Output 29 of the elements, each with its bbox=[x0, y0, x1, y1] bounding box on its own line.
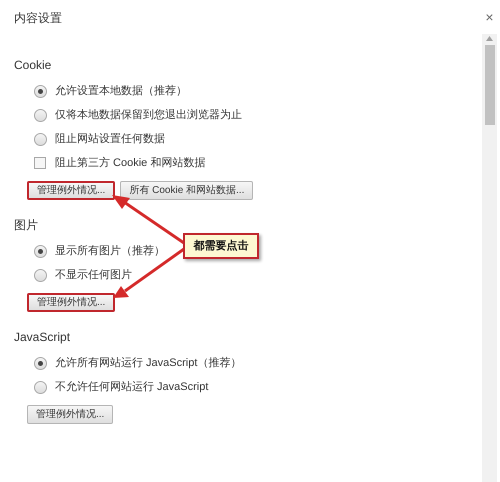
window-title: 内容设置 bbox=[14, 10, 63, 26]
close-button[interactable]: × bbox=[482, 0, 497, 34]
radio-button[interactable] bbox=[34, 84, 47, 98]
action-button[interactable]: 所有 Cookie 和网站数据... bbox=[120, 181, 254, 200]
scroll-up-icon[interactable] bbox=[486, 36, 493, 41]
scrollbar[interactable] bbox=[482, 34, 497, 482]
action-button[interactable]: 管理例外情况... bbox=[27, 293, 116, 312]
radio-button[interactable] bbox=[34, 132, 47, 146]
section-heading: JavaScript bbox=[14, 329, 72, 345]
radio-button[interactable] bbox=[34, 268, 47, 282]
option-label: 不允许任何网站运行 JavaScript bbox=[55, 380, 208, 395]
action-button[interactable]: 管理例外情况... bbox=[27, 181, 116, 200]
radio-button[interactable] bbox=[34, 356, 47, 370]
radio-button[interactable] bbox=[34, 380, 47, 394]
option-label: 显示所有图片（推荐） bbox=[55, 244, 165, 259]
option-label: 允许设置本地数据（推荐） bbox=[55, 84, 187, 99]
option-label: 允许所有网站运行 JavaScript（推荐） bbox=[55, 356, 242, 371]
option-label: 不显示任何图片 bbox=[55, 268, 132, 283]
action-button[interactable]: 管理例外情况... bbox=[27, 405, 114, 424]
checkbox[interactable] bbox=[34, 157, 46, 169]
scrollbar-thumb[interactable] bbox=[484, 45, 494, 125]
section-heading: 图片 bbox=[14, 217, 39, 233]
option-label: 阻止第三方 Cookie 和网站数据 bbox=[55, 156, 206, 171]
radio-button[interactable] bbox=[34, 108, 47, 122]
option-label: 仅将本地数据保留到您退出浏览器为止 bbox=[55, 108, 242, 123]
radio-button[interactable] bbox=[34, 244, 47, 258]
option-label: 阻止网站设置任何数据 bbox=[55, 132, 165, 147]
section-heading: Cookie bbox=[14, 57, 52, 73]
callout-note: 都需要点击 bbox=[183, 233, 259, 259]
